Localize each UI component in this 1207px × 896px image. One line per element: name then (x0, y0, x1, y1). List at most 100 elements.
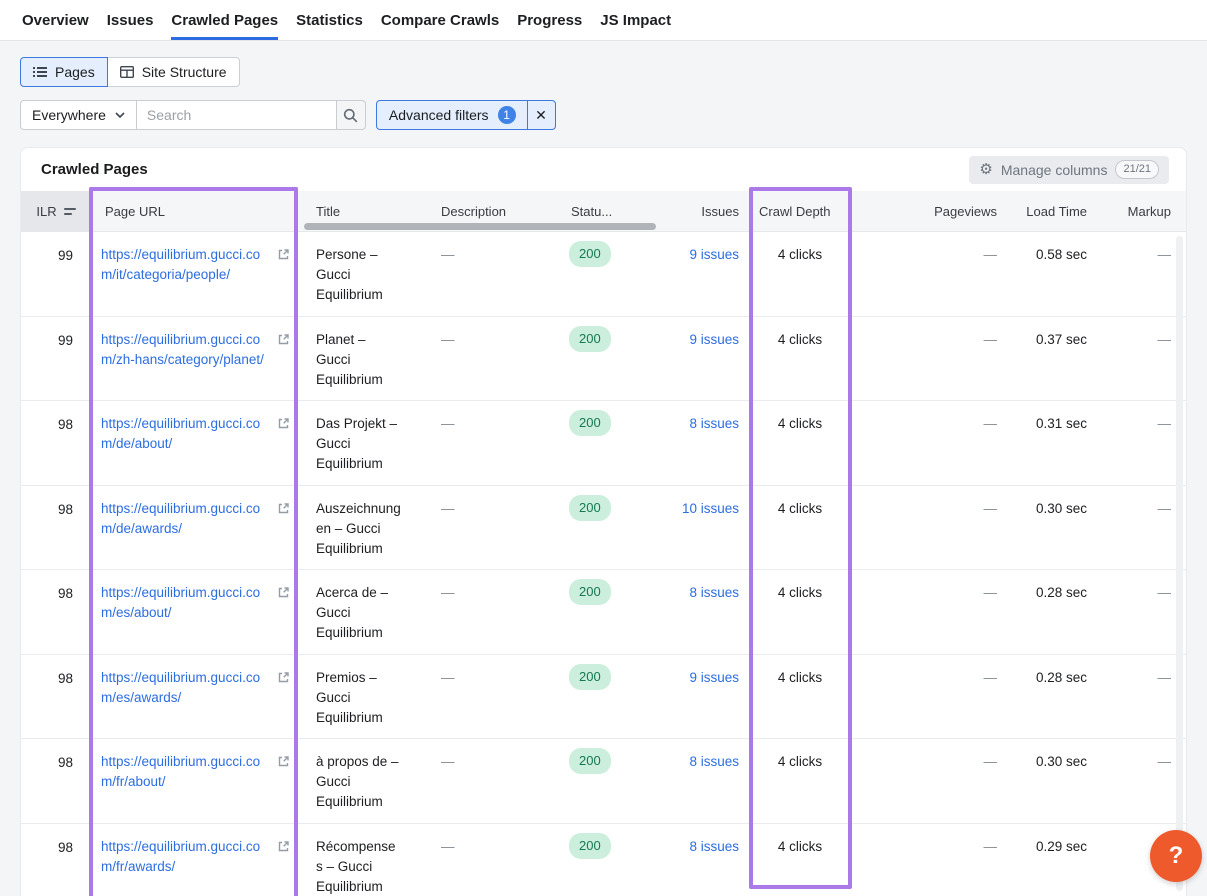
page-url-link[interactable]: https://equilibrium.gucci.com/zh-hans/ca… (101, 330, 272, 370)
search-input[interactable] (137, 100, 337, 130)
table-row: 99 https://equilibrium.gucci.com/zh-hans… (21, 317, 1186, 402)
column-header-status-code[interactable]: Statu... (541, 204, 661, 219)
ilr-value: 98 (21, 739, 91, 823)
external-link-icon[interactable] (277, 755, 290, 768)
description-cell: — (429, 401, 541, 485)
pageviews-cell: — (857, 739, 1003, 823)
pages-view-label: Pages (55, 64, 95, 80)
column-header-load-time[interactable]: Load Time (1003, 204, 1091, 219)
external-link-icon[interactable] (277, 333, 290, 346)
page-url-link[interactable]: https://equilibrium.gucci.com/fr/awards/ (101, 837, 272, 877)
manage-columns-button[interactable]: ⚙ Manage columns 21/21 (969, 156, 1169, 184)
advanced-filters-button[interactable]: Advanced filters 1 ✕ (376, 100, 556, 130)
tab-crawled-pages[interactable]: Crawled Pages (171, 0, 278, 40)
manage-columns-label: Manage columns (1001, 162, 1108, 178)
pageviews-cell: — (857, 401, 1003, 485)
column-header-title[interactable]: Title (298, 204, 429, 219)
external-link-icon[interactable] (277, 671, 290, 684)
pages-view-button[interactable]: Pages (20, 57, 108, 87)
issues-link[interactable]: 8 issues (689, 839, 739, 854)
description-cell: — (429, 486, 541, 570)
chevron-down-icon (115, 112, 125, 118)
issues-link[interactable]: 8 issues (689, 585, 739, 600)
crawl-depth-cell: 4 clicks (743, 739, 857, 823)
markup-cell: — (1091, 739, 1181, 823)
tab-progress[interactable]: Progress (517, 0, 582, 40)
issues-cell: 9 issues (661, 232, 743, 316)
gear-icon: ⚙ (979, 162, 992, 177)
table-body: 99 https://equilibrium.gucci.com/it/cate… (21, 232, 1186, 896)
page-url-link[interactable]: https://equilibrium.gucci.com/fr/about/ (101, 752, 272, 792)
clear-filters-button[interactable]: ✕ (527, 101, 555, 129)
column-header-markup[interactable]: Markup (1091, 204, 1181, 219)
crawl-depth-cell: 4 clicks (743, 486, 857, 570)
issues-cell: 8 issues (661, 739, 743, 823)
page-title-cell: Acerca de – Gucci Equilibrium (298, 570, 429, 654)
issues-cell: 10 issues (661, 486, 743, 570)
page-url-link[interactable]: https://equilibrium.gucci.com/de/awards/ (101, 499, 272, 539)
page-url-link[interactable]: https://equilibrium.gucci.com/es/about/ (101, 583, 272, 623)
ilr-value: 99 (21, 232, 91, 316)
load-time-cell: 0.28 sec (1003, 570, 1091, 654)
description-cell: — (429, 570, 541, 654)
status-cell: 200 (541, 824, 661, 896)
status-code-badge: 200 (569, 579, 611, 605)
ilr-value: 98 (21, 570, 91, 654)
page-url-link[interactable]: https://equilibrium.gucci.com/es/awards/ (101, 668, 272, 708)
status-code-badge: 200 (569, 410, 611, 436)
issues-link[interactable]: 9 issues (689, 670, 739, 685)
crawl-depth-cell: 4 clicks (743, 655, 857, 739)
vertical-scrollbar[interactable] (1176, 236, 1183, 891)
load-time-cell: 0.58 sec (1003, 232, 1091, 316)
column-header-page-url[interactable]: Page URL (91, 204, 298, 219)
issues-cell: 9 issues (661, 655, 743, 739)
issues-link[interactable]: 8 issues (689, 754, 739, 769)
page-title-cell: Récompenses – Gucci Equilibrium (298, 824, 429, 896)
external-link-icon[interactable] (277, 586, 290, 599)
column-header-description[interactable]: Description (429, 204, 541, 219)
issues-link[interactable]: 10 issues (682, 501, 739, 516)
site-structure-view-button[interactable]: Site Structure (108, 57, 240, 87)
page-url-link[interactable]: https://equilibrium.gucci.com/it/categor… (101, 245, 272, 285)
status-cell: 200 (541, 739, 661, 823)
external-link-icon[interactable] (277, 248, 290, 261)
tab-compare-crawls[interactable]: Compare Crawls (381, 0, 499, 40)
crawl-depth-cell: 4 clicks (743, 570, 857, 654)
crawled-pages-card: Crawled Pages ⚙ Manage columns 21/21 ILR… (20, 147, 1187, 896)
close-icon: ✕ (535, 107, 547, 124)
issues-link[interactable]: 9 issues (689, 332, 739, 347)
tab-js-impact[interactable]: JS Impact (600, 0, 671, 40)
page-title: Crawled Pages (41, 161, 148, 178)
external-link-icon[interactable] (277, 502, 290, 515)
tab-statistics[interactable]: Statistics (296, 0, 363, 40)
help-button[interactable]: ? (1150, 830, 1202, 882)
ilr-value: 98 (21, 824, 91, 896)
column-header-pageviews[interactable]: Pageviews (857, 204, 1003, 219)
sort-descending-icon (64, 208, 76, 215)
column-header-ilr[interactable]: ILR (21, 191, 91, 232)
external-link-icon[interactable] (277, 840, 290, 853)
markup-cell: — (1091, 655, 1181, 739)
tab-overview[interactable]: Overview (22, 0, 89, 40)
advanced-filters-count-badge: 1 (498, 106, 516, 124)
external-link-icon[interactable] (277, 417, 290, 430)
horizontal-scrollbar[interactable] (304, 223, 656, 230)
tab-issues[interactable]: Issues (107, 0, 154, 40)
column-header-crawl-depth[interactable]: Crawl Depth (743, 204, 857, 219)
page-url-link[interactable]: https://equilibrium.gucci.com/de/about/ (101, 414, 272, 454)
ilr-value: 99 (21, 317, 91, 401)
search-scope-select[interactable]: Everywhere (20, 100, 137, 130)
issues-cell: 8 issues (661, 824, 743, 896)
search-icon (343, 108, 358, 123)
top-navigation: Overview Issues Crawled Pages Statistics… (0, 0, 1207, 41)
issues-link[interactable]: 9 issues (689, 247, 739, 262)
column-header-issues[interactable]: Issues (661, 204, 743, 219)
issues-link[interactable]: 8 issues (689, 416, 739, 431)
columns-count-badge: 21/21 (1115, 160, 1159, 179)
page-url-cell: https://equilibrium.gucci.com/it/categor… (91, 232, 298, 316)
pageviews-cell: — (857, 232, 1003, 316)
page-url-cell: https://equilibrium.gucci.com/fr/about/ (91, 739, 298, 823)
page-title-cell: Auszeichnungen – Gucci Equilibrium (298, 486, 429, 570)
search-button[interactable] (337, 100, 366, 130)
load-time-cell: 0.28 sec (1003, 655, 1091, 739)
